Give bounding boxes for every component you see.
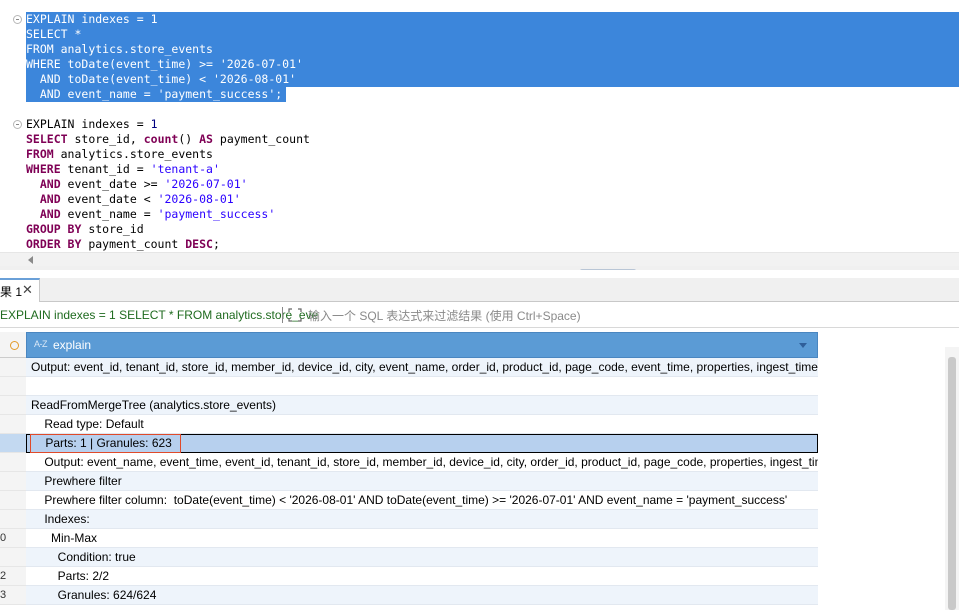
result-grid: A-Z explain Output: event_id, tenant_id,… bbox=[0, 329, 959, 610]
filter-bar: EXPLAIN indexes = 1 SELECT * FROM analyt… bbox=[0, 303, 959, 328]
row-number[interactable] bbox=[0, 358, 26, 377]
code-line: FROM analytics.store_events bbox=[26, 42, 213, 56]
row-number[interactable] bbox=[0, 396, 26, 415]
table-cell-explain[interactable]: Indexes: bbox=[26, 510, 818, 529]
code-line: AND event_date >= '2026-07-01' bbox=[26, 177, 248, 191]
code-line: AND event_name = 'payment_success'; bbox=[26, 87, 283, 101]
divider bbox=[282, 307, 283, 323]
table-cell-explain[interactable]: Prewhere filter bbox=[26, 472, 818, 491]
splitter-toggle-handle[interactable] bbox=[580, 269, 636, 270]
close-icon[interactable]: ✕ bbox=[22, 282, 33, 298]
table-cell-explain[interactable]: Read type: Default bbox=[26, 415, 818, 434]
table-cell-explain[interactable]: Output: event_name, event_time, event_id… bbox=[26, 453, 818, 472]
table-cell-explain[interactable]: ReadFromMergeTree (analytics.store_event… bbox=[26, 396, 818, 415]
scrollbar-thumb[interactable] bbox=[948, 357, 956, 610]
column-name: explain bbox=[53, 338, 92, 352]
table-cell-explain[interactable] bbox=[26, 377, 818, 396]
column-header-explain[interactable]: A-Z explain bbox=[26, 332, 818, 358]
grid-vertical-scrollbar[interactable] bbox=[945, 347, 959, 610]
row-number[interactable]: 0 bbox=[0, 529, 26, 548]
row-number[interactable]: 2 bbox=[0, 567, 26, 586]
code-line: AND event_date < '2026-08-01' bbox=[26, 192, 241, 206]
grid-corner[interactable] bbox=[0, 332, 26, 358]
row-number[interactable] bbox=[0, 434, 26, 453]
annotation-highlight-box bbox=[30, 434, 181, 453]
table-cell-explain[interactable]: Parts: 2/2 bbox=[26, 567, 818, 586]
code-line: EXPLAIN indexes = 1 bbox=[26, 117, 158, 131]
code-line: WHERE toDate(event_time) >= '2026-07-01' bbox=[26, 57, 303, 71]
editor-horizontal-scrollbar[interactable] bbox=[0, 252, 959, 266]
table-cell-explain[interactable]: Granules: 624/624 bbox=[26, 586, 818, 605]
tab-label: 果 1 bbox=[0, 285, 23, 299]
panel-splitter[interactable] bbox=[0, 266, 959, 270]
text-type-icon: A-Z bbox=[34, 339, 48, 349]
scroll-left-arrow-icon[interactable] bbox=[28, 256, 33, 264]
table-cell-explain[interactable]: Condition: true bbox=[26, 548, 818, 567]
result-tab-bar: 果 1 ✕ bbox=[0, 278, 959, 302]
expand-filter-icon[interactable] bbox=[288, 308, 302, 322]
fold-marker-query2[interactable] bbox=[13, 120, 22, 129]
row-number[interactable] bbox=[0, 453, 26, 472]
code-line: AND event_name = 'payment_success' bbox=[26, 207, 276, 221]
code-line: SELECT store_id, count() AS payment_coun… bbox=[26, 132, 310, 146]
row-number[interactable]: 3 bbox=[0, 586, 26, 605]
code-line: SELECT * bbox=[26, 27, 82, 41]
table-cell-explain[interactable]: Prewhere filter column: toDate(event_tim… bbox=[26, 491, 818, 510]
code-line: FROM analytics.store_events bbox=[26, 147, 213, 161]
row-number[interactable] bbox=[0, 415, 26, 434]
code-line: AND toDate(event_time) < '2026-08-01' bbox=[26, 72, 297, 86]
row-number[interactable] bbox=[0, 377, 26, 396]
row-number[interactable] bbox=[0, 472, 26, 491]
row-number[interactable] bbox=[0, 491, 26, 510]
fold-marker-query1[interactable] bbox=[13, 15, 22, 24]
code-line: GROUP BY store_id bbox=[26, 222, 144, 236]
tab-results-1[interactable]: 果 1 ✕ bbox=[0, 278, 40, 302]
table-cell-explain[interactable]: Output: event_id, tenant_id, store_id, m… bbox=[26, 358, 818, 377]
row-number[interactable] bbox=[0, 548, 26, 567]
query-text-label: EXPLAIN indexes = 1 SELECT * FROM analyt… bbox=[0, 308, 319, 322]
code-line: ORDER BY payment_count DESC; bbox=[26, 237, 220, 251]
row-number[interactable] bbox=[0, 510, 26, 529]
sql-editor[interactable]: EXPLAIN indexes = 1 SELECT * FROM analyt… bbox=[0, 0, 959, 270]
sort-dropdown-icon[interactable] bbox=[799, 343, 807, 348]
code-line: WHERE tenant_id = 'tenant-a' bbox=[26, 162, 220, 176]
filter-expression-input[interactable] bbox=[308, 306, 948, 325]
code-line: EXPLAIN indexes = 1 bbox=[26, 12, 158, 26]
record-mode-icon bbox=[10, 341, 19, 350]
table-cell-explain[interactable]: Min-Max bbox=[26, 529, 818, 548]
